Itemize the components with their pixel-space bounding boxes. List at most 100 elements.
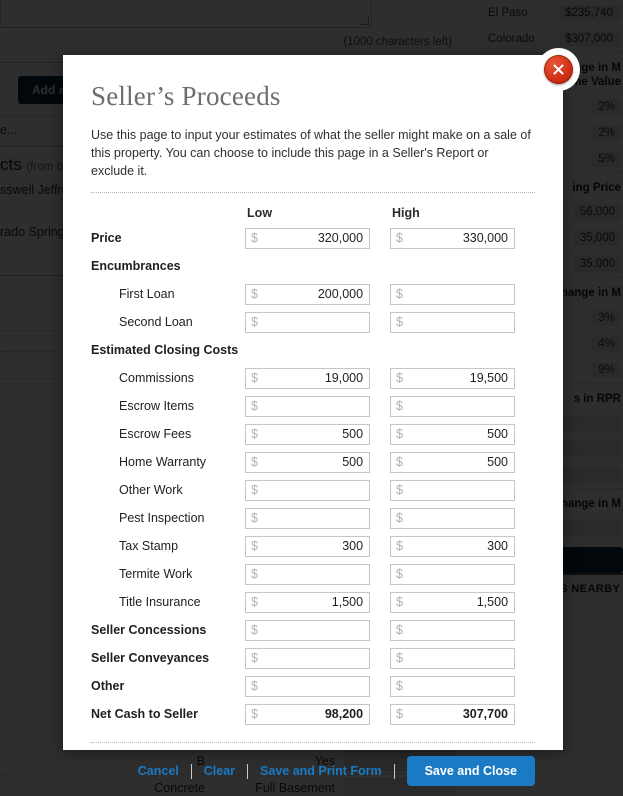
input-high[interactable]: [402, 594, 515, 611]
close-icon[interactable]: [537, 48, 580, 91]
field-high[interactable]: $: [390, 395, 516, 417]
field-low[interactable]: $: [245, 563, 371, 585]
field-low[interactable]: $: [245, 535, 371, 557]
row-label: First Loan: [119, 287, 175, 302]
sellers-proceeds-modal: Seller’s Proceeds Use this page to input…: [63, 55, 563, 787]
row-label: Other Work: [119, 483, 183, 498]
field-high[interactable]: $: [390, 423, 516, 445]
field-high[interactable]: $: [390, 563, 516, 585]
input-high[interactable]: [402, 398, 515, 415]
currency-symbol: $: [396, 623, 403, 638]
field-high[interactable]: $: [390, 675, 516, 697]
input-high[interactable]: [402, 454, 515, 471]
table-row: Net Cash to Seller $ $: [91, 700, 535, 728]
field-low[interactable]: $: [245, 479, 371, 501]
input-low[interactable]: [258, 510, 370, 527]
row-label: Other: [91, 679, 125, 694]
input-low[interactable]: [258, 594, 370, 611]
field-low[interactable]: $: [245, 619, 371, 641]
field-high[interactable]: $: [390, 647, 516, 669]
close-icon-disc: [544, 55, 573, 84]
currency-symbol: $: [251, 287, 258, 302]
table-row: Seller Concessions $ $: [91, 616, 535, 644]
input-high[interactable]: [402, 482, 515, 499]
field-high[interactable]: $: [390, 535, 516, 557]
currency-symbol: $: [396, 231, 403, 246]
field-high[interactable]: $: [390, 479, 516, 501]
currency-symbol: $: [251, 623, 258, 638]
input-low[interactable]: [258, 650, 370, 667]
input-high[interactable]: [402, 314, 515, 331]
currency-symbol: $: [396, 427, 403, 442]
input-low[interactable]: [258, 706, 370, 723]
row-label: Seller Conveyances: [91, 651, 210, 666]
input-low[interactable]: [258, 482, 370, 499]
field-low[interactable]: $: [245, 367, 371, 389]
input-high[interactable]: [402, 426, 515, 443]
field-low[interactable]: $: [245, 423, 371, 445]
input-high[interactable]: [402, 286, 515, 303]
field-high[interactable]: $: [390, 367, 516, 389]
row-label: Price: [91, 231, 122, 246]
currency-symbol: $: [251, 231, 258, 246]
field-high[interactable]: $: [390, 703, 516, 725]
currency-symbol: $: [396, 511, 403, 526]
input-low[interactable]: [258, 370, 370, 387]
field-low[interactable]: $: [245, 703, 371, 725]
currency-symbol: $: [251, 679, 258, 694]
currency-symbol: $: [396, 595, 403, 610]
row-label: Escrow Items: [119, 399, 195, 414]
clear-button[interactable]: Clear: [192, 764, 247, 778]
input-low[interactable]: [258, 426, 370, 443]
input-low[interactable]: [258, 286, 370, 303]
field-high[interactable]: $: [390, 227, 516, 249]
input-high[interactable]: [402, 538, 515, 555]
field-low[interactable]: $: [245, 675, 371, 697]
input-low[interactable]: [258, 678, 370, 695]
input-high[interactable]: [402, 650, 515, 667]
field-low[interactable]: $: [245, 507, 371, 529]
field-high[interactable]: $: [390, 283, 516, 305]
field-low[interactable]: $: [245, 591, 371, 613]
field-high[interactable]: $: [390, 311, 516, 333]
currency-symbol: $: [396, 679, 403, 694]
input-high[interactable]: [402, 678, 515, 695]
divider-top: [91, 192, 535, 194]
field-high[interactable]: $: [390, 591, 516, 613]
input-high[interactable]: [402, 706, 515, 723]
column-header-low: Low: [247, 206, 273, 221]
input-low[interactable]: [258, 230, 370, 247]
field-low[interactable]: $: [245, 311, 371, 333]
currency-symbol: $: [396, 315, 403, 330]
field-high[interactable]: $: [390, 507, 516, 529]
input-low[interactable]: [258, 566, 370, 583]
field-low[interactable]: $: [245, 395, 371, 417]
table-row: Encumbrances: [91, 252, 535, 280]
input-high[interactable]: [402, 230, 515, 247]
input-low[interactable]: [258, 398, 370, 415]
field-low[interactable]: $: [245, 647, 371, 669]
save-and-print-form-button[interactable]: Save and Print Form: [248, 764, 394, 778]
input-high[interactable]: [402, 370, 515, 387]
input-high[interactable]: [402, 566, 515, 583]
input-low[interactable]: [258, 622, 370, 639]
field-low[interactable]: $: [245, 283, 371, 305]
currency-symbol: $: [251, 399, 258, 414]
cancel-button[interactable]: Cancel: [126, 764, 191, 778]
field-low[interactable]: $: [245, 451, 371, 473]
input-high[interactable]: [402, 510, 515, 527]
row-label: Termite Work: [119, 567, 193, 582]
input-low[interactable]: [258, 538, 370, 555]
save-and-close-button[interactable]: Save and Close: [406, 756, 535, 787]
table-row: Termite Work $ $: [91, 560, 535, 588]
row-label: Estimated Closing Costs: [91, 343, 239, 358]
input-low[interactable]: [258, 314, 370, 331]
row-label: Seller Concessions: [91, 623, 207, 638]
field-low[interactable]: $: [245, 227, 371, 249]
input-high[interactable]: [402, 622, 515, 639]
field-high[interactable]: $: [390, 619, 516, 641]
input-low[interactable]: [258, 454, 370, 471]
footer-divider: [393, 763, 395, 779]
field-high[interactable]: $: [390, 451, 516, 473]
app-screen: (1000 characters left) Add a e... cts (f…: [0, 0, 623, 796]
